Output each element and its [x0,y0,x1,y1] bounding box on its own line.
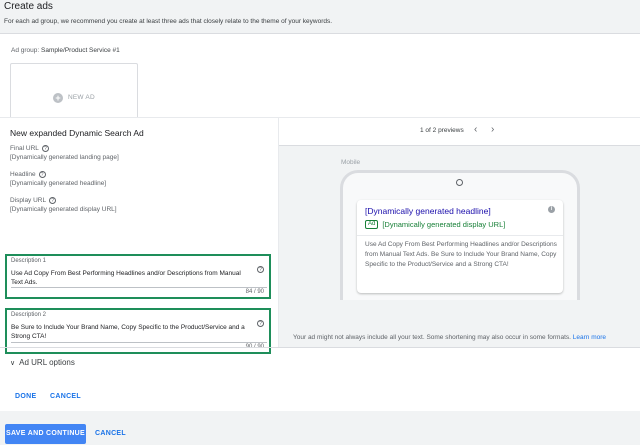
description-1-counter: 84 / 90 [245,289,264,295]
page-header: Create ads For each ad group, we recomme… [0,0,640,33]
ad-badge: Ad [365,220,379,229]
display-url-value: [Dynamically generated display URL] [10,206,117,213]
headline-label: Headline [10,171,36,178]
help-icon[interactable]: ? [41,145,49,152]
page-title: Create ads [4,1,53,12]
description-1-input[interactable]: Use Ad Copy From Best Performing Headlin… [11,269,253,287]
preview-nav: 1 of 2 previews ‹ › [279,118,640,146]
headline-field: Headline? [Dynamically generated headlin… [10,171,106,187]
ad-group-name: Sample/Product Service #1 [41,47,120,54]
input-underline [11,287,267,288]
display-url-field: Display URL? [Dynamically generated disp… [10,197,117,213]
bottom-cancel-button[interactable]: CANCEL [95,430,126,437]
help-icon[interactable]: ? [38,171,46,178]
ad-group-label: Ad group: Sample/Product Service #1 [11,47,120,54]
display-url-label: Display URL [10,197,47,204]
help-icon[interactable]: ? [257,320,264,327]
editor-heading: New expanded Dynamic Search Ad [10,128,144,138]
preview-note: Your ad might not always include all you… [293,334,607,341]
save-and-continue-button[interactable]: SAVE AND CONTINUE [5,424,86,444]
preview-headline: [Dynamically generated headline] [365,206,491,216]
chevron-left-icon[interactable]: ‹ [474,124,477,135]
description-1-field[interactable]: Description 1 Use Ad Copy From Best Perf… [5,254,271,299]
final-url-field: Final URL? [Dynamically generated landin… [10,145,119,161]
new-ad-label: NEW AD [68,94,95,101]
help-icon[interactable]: ? [257,266,264,273]
preview-url-row: Ad [Dynamically generated display URL] [365,220,505,229]
cancel-button[interactable]: CANCEL [50,393,81,400]
preview-display-url: [Dynamically generated display URL] [382,220,506,229]
description-2-input[interactable]: Be Sure to Include Your Brand Name, Copy… [11,323,253,341]
input-underline [11,342,267,343]
help-icon[interactable]: ? [49,197,57,204]
final-url-label: Final URL [10,145,39,152]
chevron-right-icon[interactable]: › [491,124,494,135]
preview-divider [357,235,563,236]
footer-divider [0,347,640,348]
preview-body: Use Ad Copy From Best Performing Headlin… [365,241,557,268]
ad-url-options-label: Ad URL options [19,358,75,367]
phone-frame: [Dynamically generated headline] i Ad [D… [340,170,580,300]
info-icon[interactable]: i [548,206,555,213]
done-button[interactable]: DONE [15,393,36,400]
page-description: For each ad group, we recommend you crea… [4,18,333,25]
ad-editor-panel: New expanded Dynamic Search Ad Final URL… [0,118,278,354]
device-label: Mobile [341,159,361,166]
description-1-label: Description 1 [11,258,47,264]
plus-icon: + [53,93,63,103]
phone-camera-icon [456,179,463,186]
ad-url-options-toggle[interactable]: ∨ Ad URL options [10,358,75,367]
ad-preview-card: [Dynamically generated headline] i Ad [D… [357,200,563,293]
final-url-value: [Dynamically generated landing page] [10,154,119,161]
headline-value: [Dynamically generated headline] [10,180,107,187]
preview-counter: 1 of 2 previews [420,127,464,134]
chevron-down-icon: ∨ [10,359,16,367]
ad-preview-panel: 1 of 2 previews ‹ › Mobile [Dynamically … [278,118,640,347]
learn-more-link[interactable]: Learn more [573,334,606,341]
description-2-label: Description 2 [11,312,47,318]
